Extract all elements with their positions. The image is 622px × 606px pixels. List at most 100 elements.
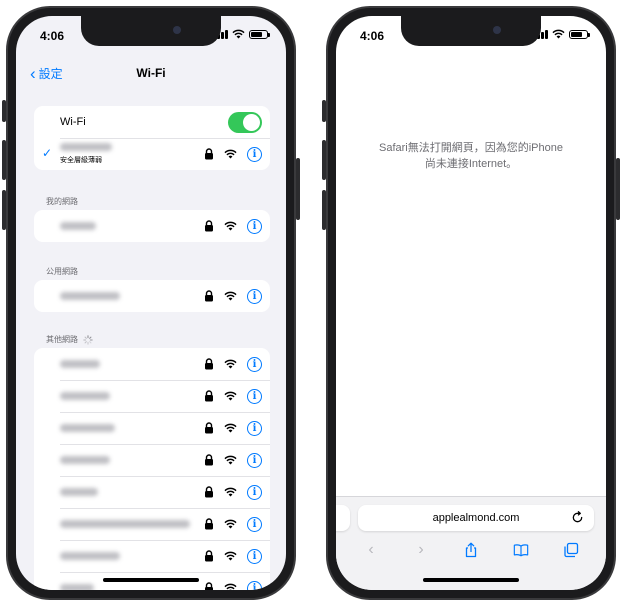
forward-chevron-icon[interactable]: › bbox=[413, 542, 429, 558]
safari-bottom-bar: applealmond.com ‹ › bbox=[336, 496, 606, 590]
ssid-redacted bbox=[60, 360, 100, 368]
row-icons: i bbox=[204, 348, 262, 380]
info-icon[interactable]: i bbox=[247, 356, 262, 372]
network-row[interactable]: i bbox=[34, 348, 270, 380]
wifi-icon bbox=[224, 519, 237, 529]
wifi-icon bbox=[224, 455, 237, 465]
checkmark-icon: ✓ bbox=[42, 146, 53, 160]
row-icons: i bbox=[204, 444, 262, 476]
home-indicator bbox=[423, 578, 519, 582]
section-header-my-networks: 我的網路 bbox=[46, 196, 78, 207]
network-row[interactable]: i bbox=[34, 476, 270, 508]
connected-network-name: 安全層級薄弱 bbox=[60, 143, 112, 165]
share-icon[interactable] bbox=[463, 542, 479, 558]
front-camera bbox=[493, 26, 501, 34]
wifi-icon bbox=[224, 149, 237, 159]
mute-switch bbox=[322, 100, 326, 122]
row-icons: i bbox=[204, 138, 262, 170]
public-networks-group: i bbox=[34, 280, 270, 312]
row-icons: i bbox=[204, 572, 262, 590]
notch bbox=[81, 16, 221, 46]
info-icon[interactable]: i bbox=[247, 452, 262, 468]
network-row[interactable]: i bbox=[34, 210, 270, 242]
toggle-knob bbox=[243, 114, 260, 131]
info-icon[interactable]: i bbox=[247, 288, 262, 304]
network-row[interactable]: i bbox=[34, 380, 270, 412]
network-row[interactable]: i bbox=[34, 508, 270, 540]
wifi-icon bbox=[224, 423, 237, 433]
previous-tab-address-bar[interactable] bbox=[336, 505, 350, 531]
network-row[interactable]: i bbox=[34, 444, 270, 476]
section-header-other-networks: 其他網路 bbox=[46, 334, 93, 345]
lock-icon bbox=[205, 358, 213, 370]
status-time: 4:06 bbox=[360, 29, 385, 43]
ssid-redacted bbox=[60, 143, 112, 151]
page-title: Wi-Fi bbox=[136, 66, 166, 80]
front-camera bbox=[173, 26, 181, 34]
my-networks-group: i bbox=[34, 210, 270, 242]
home-indicator bbox=[103, 578, 199, 582]
other-networks-group: iiiiiiii bbox=[34, 348, 270, 590]
tabs-icon[interactable] bbox=[563, 542, 579, 558]
network-row[interactable]: i bbox=[34, 280, 270, 312]
back-chevron-icon[interactable]: ‹ bbox=[363, 542, 379, 558]
side-button bbox=[616, 158, 620, 220]
info-icon[interactable]: i bbox=[247, 388, 262, 404]
wifi-icon bbox=[224, 359, 237, 369]
info-icon[interactable]: i bbox=[247, 484, 262, 500]
security-warning: 安全層級薄弱 bbox=[60, 157, 102, 164]
address-bar-url: applealmond.com bbox=[432, 512, 520, 524]
battery-icon bbox=[569, 29, 590, 39]
lock-icon bbox=[205, 390, 213, 402]
book-icon[interactable] bbox=[513, 542, 529, 558]
wifi-icon bbox=[224, 221, 237, 231]
status-time: 4:06 bbox=[40, 29, 65, 43]
volume-down-button bbox=[322, 190, 326, 230]
connected-network-row[interactable]: ✓ 安全層級薄弱 i bbox=[34, 138, 270, 170]
row-icons: i bbox=[204, 412, 262, 444]
status-icons bbox=[533, 29, 590, 39]
nav-bar: ‹ 設定 Wi-Fi bbox=[16, 62, 286, 86]
reload-icon[interactable] bbox=[571, 511, 584, 524]
loading-spinner-icon bbox=[83, 334, 93, 345]
ssid-redacted bbox=[60, 424, 115, 432]
safari-toolbar: ‹ › bbox=[336, 539, 606, 561]
lock-icon bbox=[205, 582, 213, 590]
info-icon[interactable]: i bbox=[247, 548, 262, 564]
lock-icon bbox=[205, 454, 213, 466]
error-line-2: 尚未連接Internet。 bbox=[424, 158, 518, 170]
safari-screen: 4:06 Safari無法打開網頁，因為您的iPhone 尚未連接Interne… bbox=[336, 16, 606, 590]
info-icon[interactable]: i bbox=[247, 580, 262, 590]
lock-icon bbox=[205, 422, 213, 434]
phone-right: 4:06 Safari無法打開網頁，因為您的iPhone 尚未連接Interne… bbox=[322, 6, 620, 600]
volume-up-button bbox=[322, 140, 326, 180]
ssid-redacted bbox=[60, 292, 120, 300]
ssid-redacted bbox=[60, 488, 98, 496]
wifi-toggle[interactable] bbox=[228, 112, 262, 133]
network-row[interactable]: i bbox=[34, 540, 270, 572]
safari-error-message: Safari無法打開網頁，因為您的iPhone 尚未連接Internet。 bbox=[336, 140, 606, 172]
ssid-redacted bbox=[60, 456, 110, 464]
wifi-toggle-row: Wi-Fi bbox=[34, 106, 270, 138]
notch bbox=[401, 16, 541, 46]
wifi-icon bbox=[224, 291, 237, 301]
info-icon[interactable]: i bbox=[247, 146, 262, 162]
wifi-group: Wi-Fi ✓ 安全層級薄弱 i bbox=[34, 106, 270, 170]
lock-icon bbox=[205, 148, 213, 160]
error-line-1: Safari無法打開網頁，因為您的iPhone bbox=[379, 142, 563, 154]
info-icon[interactable]: i bbox=[247, 516, 262, 532]
wifi-icon bbox=[224, 391, 237, 401]
wifi-icon bbox=[224, 551, 237, 561]
info-icon[interactable]: i bbox=[247, 218, 262, 234]
lock-icon bbox=[205, 550, 213, 562]
side-button bbox=[296, 158, 300, 220]
row-icons: i bbox=[204, 210, 262, 242]
address-bar[interactable]: applealmond.com bbox=[358, 505, 594, 531]
wifi-toggle-label: Wi-Fi bbox=[60, 116, 86, 128]
network-row[interactable]: i bbox=[34, 412, 270, 444]
section-public-networks-label: 公用網路 bbox=[46, 267, 78, 276]
wifi-icon bbox=[224, 487, 237, 497]
ssid-redacted bbox=[60, 222, 96, 230]
info-icon[interactable]: i bbox=[247, 420, 262, 436]
ssid-redacted bbox=[60, 552, 120, 560]
